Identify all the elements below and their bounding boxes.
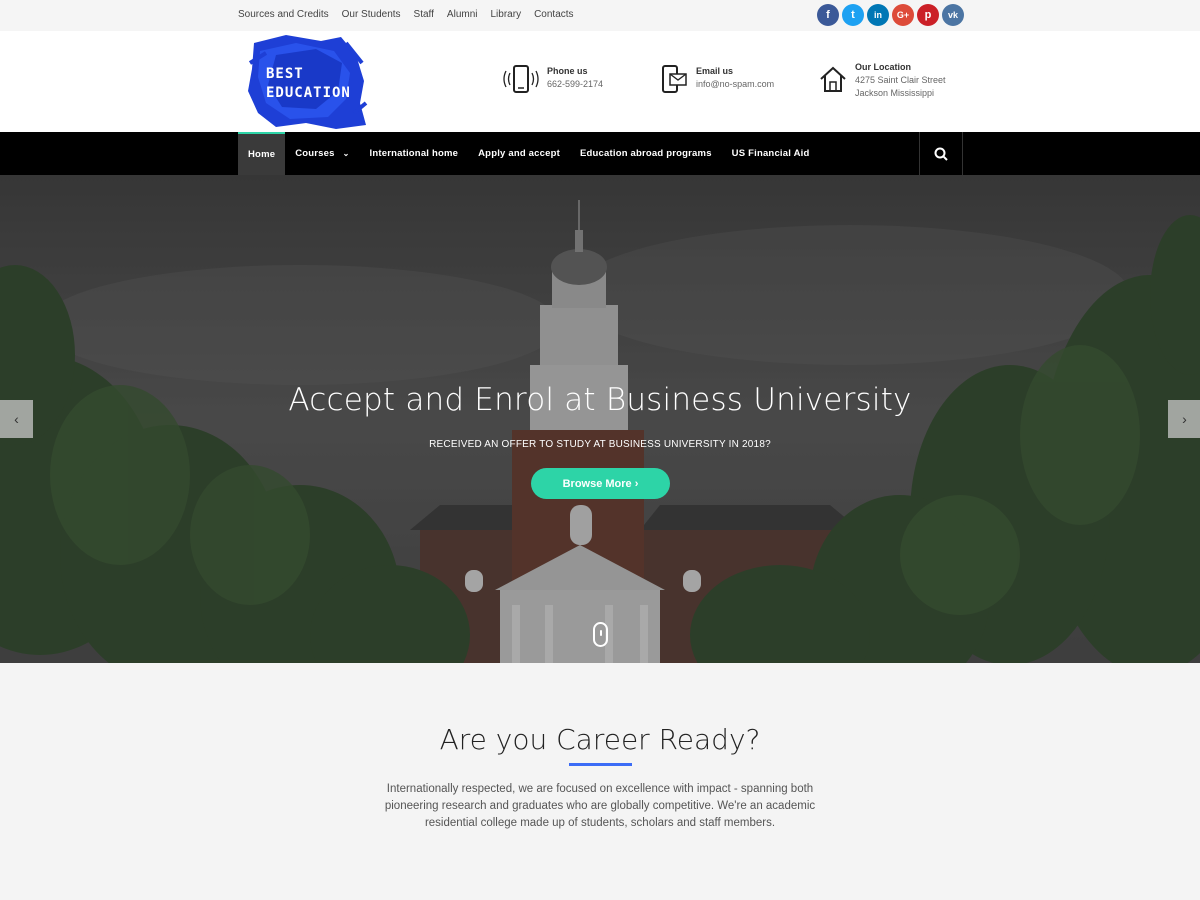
pinterest-icon[interactable]: p — [917, 4, 939, 26]
location-title: Our Location — [855, 62, 911, 72]
hero-slider: Accept and Enrol at Business University … — [0, 175, 1200, 663]
nav-item-home[interactable]: Home — [238, 132, 286, 175]
nav-item-financial-aid[interactable]: US Financial Aid — [722, 132, 820, 175]
top-link-library[interactable]: Library — [491, 9, 522, 20]
chevron-left-icon: ‹ — [14, 411, 19, 427]
contact-location: Our Location 4275 Saint Clair Street Jac… — [819, 61, 946, 100]
hero-title: Accept and Enrol at Business University — [288, 382, 912, 418]
title-underline — [569, 763, 632, 766]
main-nav: Home Courses ⌄ International home Apply a… — [0, 132, 1200, 175]
phone-icon — [503, 65, 539, 93]
top-links: Sources and Credits Our Students Staff A… — [238, 9, 574, 20]
phone-title: Phone us — [547, 66, 588, 76]
nav-label-education-abroad: Education abroad programs — [579, 148, 712, 159]
phone-number: 662-599-2174 — [547, 79, 604, 89]
slider-prev-button[interactable]: ‹ — [0, 400, 33, 438]
top-link-students[interactable]: Our Students — [342, 9, 401, 20]
vk-icon[interactable]: vk — [942, 4, 964, 26]
nav-item-international-home[interactable]: International home — [360, 132, 469, 175]
site-logo[interactable]: BEST EDUCATION — [246, 33, 368, 131]
slider-next-button[interactable]: › — [1168, 400, 1200, 438]
top-link-staff[interactable]: Staff — [414, 9, 434, 20]
section-title: Are you Career Ready? — [439, 723, 761, 756]
linkedin-icon[interactable]: in — [867, 4, 889, 26]
top-link-sources[interactable]: Sources and Credits — [238, 9, 329, 20]
chevron-down-icon: ⌄ — [342, 149, 350, 158]
twitter-icon[interactable]: t — [842, 4, 864, 26]
nav-item-courses[interactable]: Courses ⌄ — [285, 132, 359, 175]
logo-line-1: BEST — [266, 66, 304, 82]
nav-label-apply-accept: Apply and accept — [478, 148, 560, 159]
email-icon — [662, 65, 687, 93]
nav-label-financial-aid: US Financial Aid — [731, 148, 810, 159]
hero-subtitle: RECEIVED AN OFFER TO STUDY AT BUSINESS U… — [429, 439, 771, 450]
top-bar: Sources and Credits Our Students Staff A… — [0, 0, 1200, 31]
scroll-down-icon[interactable] — [593, 622, 608, 647]
section-text: Internationally respected, we are focuse… — [384, 783, 816, 829]
home-icon — [820, 66, 846, 92]
contact-phone: Phone us 662-599-2174 — [503, 65, 603, 93]
hero-overlay — [0, 175, 1200, 663]
nav-label-courses: Courses — [295, 148, 335, 159]
nav-label-international-home: International home — [369, 148, 459, 159]
logo-text: BEST EDUCATION — [266, 65, 351, 103]
browse-more-button[interactable]: Browse More › — [531, 468, 670, 499]
search-button[interactable] — [919, 132, 963, 175]
chevron-right-icon: › — [1182, 411, 1187, 427]
contact-email: Email us info@no-spam.com — [662, 65, 774, 93]
nav-item-apply-accept[interactable]: Apply and accept — [468, 132, 570, 175]
nav-item-education-abroad[interactable]: Education abroad programs — [570, 132, 722, 175]
search-icon — [934, 147, 948, 161]
email-address[interactable]: info@no-spam.com — [696, 78, 774, 91]
nav-label-home: Home — [248, 149, 276, 160]
location-city: Jackson Mississippi — [855, 88, 935, 98]
top-link-contacts[interactable]: Contacts — [534, 9, 573, 20]
location-street: 4275 Saint Clair Street — [855, 75, 946, 85]
email-title: Email us — [696, 66, 734, 76]
top-link-alumni[interactable]: Alumni — [447, 9, 478, 20]
site-header: BEST EDUCATION Phone us 662-599-2174 Ema… — [0, 31, 1200, 132]
google-plus-icon[interactable]: G+ — [892, 4, 914, 26]
facebook-icon[interactable]: f — [817, 4, 839, 26]
social-links: f t in G+ p vk — [817, 4, 964, 26]
logo-line-2: EDUCATION — [266, 85, 351, 101]
